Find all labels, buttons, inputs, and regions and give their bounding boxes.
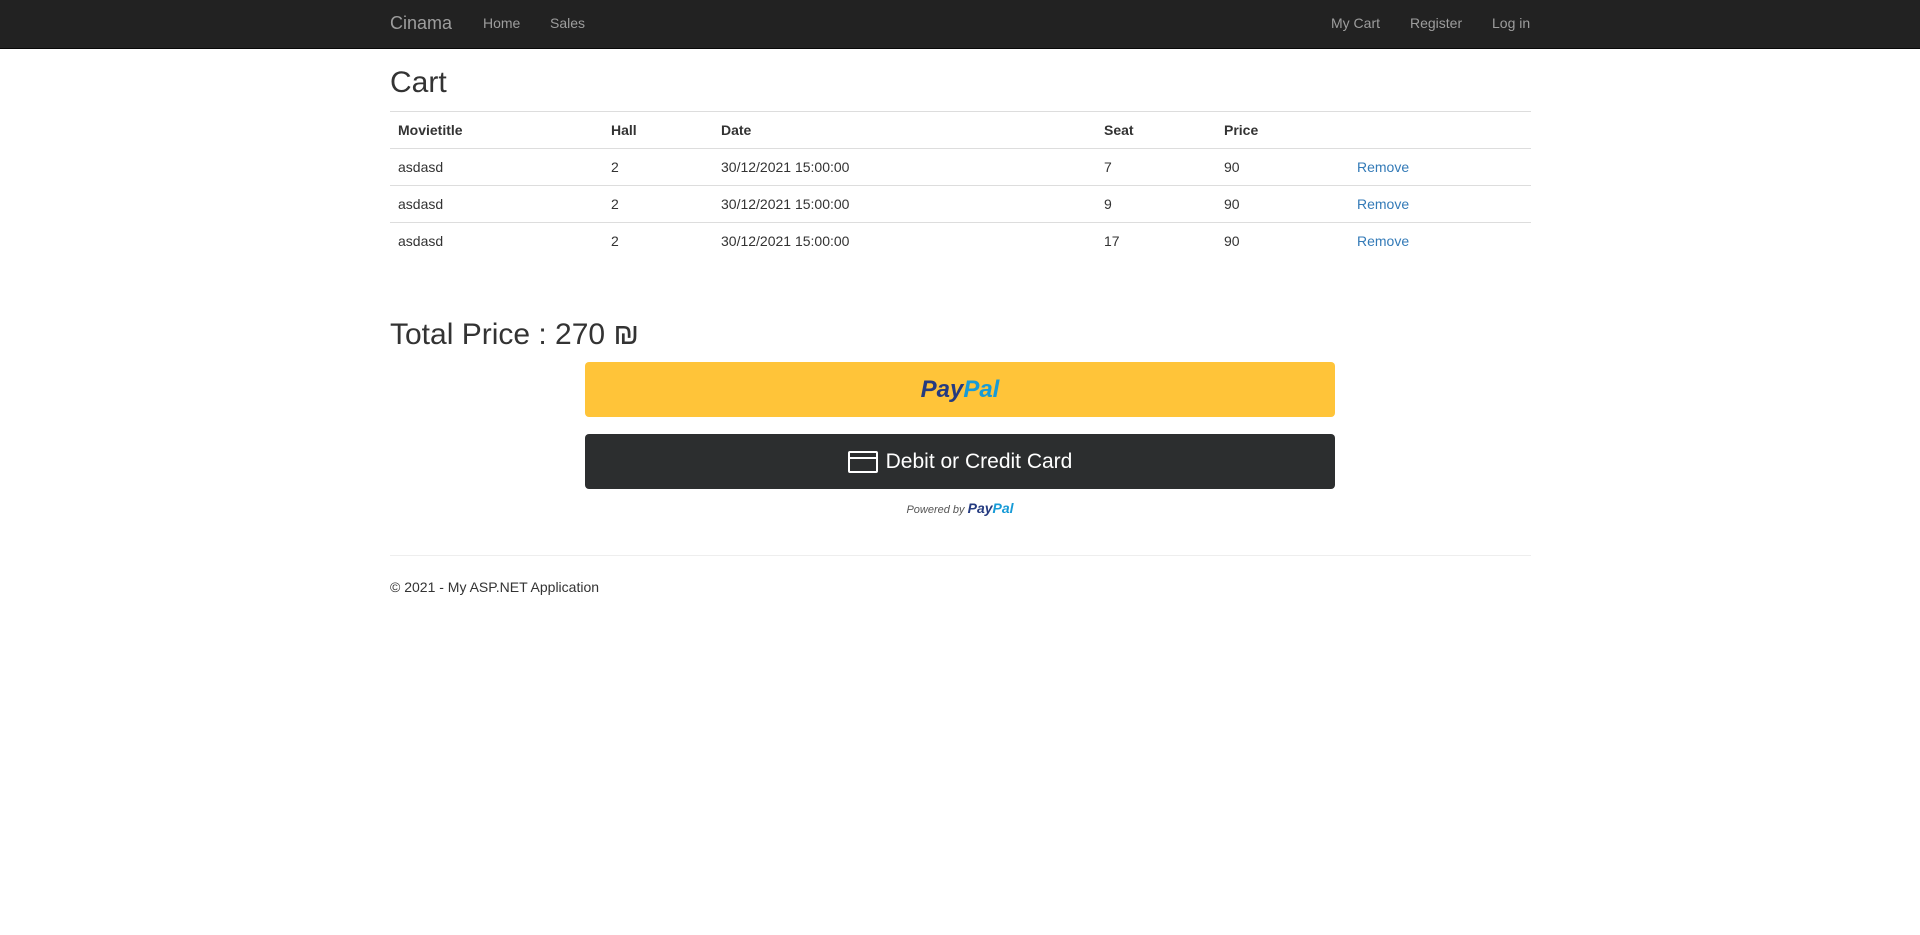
table-header-row: Movietitle Hall Date Seat Price (390, 111, 1531, 149)
nav-log-in[interactable]: Log in (1492, 15, 1530, 31)
powered-by-text: Powered by (906, 504, 965, 516)
paypal-logo-pay: Pay (920, 375, 964, 403)
cell-action: Remove (1349, 185, 1531, 223)
table-row: asdasd 2 30/12/2021 15:00:00 9 90 Remove (390, 185, 1531, 223)
powered-logo-pay: Pay (967, 500, 993, 516)
cell-date: 30/12/2021 15:00:00 (713, 222, 1096, 260)
cell-date: 30/12/2021 15:00:00 (713, 185, 1096, 223)
cell-seat: 17 (1096, 222, 1216, 260)
powered-logo-pal: Pal (992, 500, 1014, 516)
card-button-label: Debit or Credit Card (885, 449, 1073, 473)
cell-title: asdasd (390, 148, 603, 186)
top-navbar: Cinama Home Sales My Cart Register Log i… (0, 0, 1920, 49)
powered-paypal-logo: PayPal (968, 500, 1014, 516)
table-row: asdasd 2 30/12/2021 15:00:00 7 90 Remove (390, 148, 1531, 186)
nav-sales[interactable]: Sales (550, 15, 585, 31)
nav-register[interactable]: Register (1410, 15, 1462, 31)
powered-by-paypal: Powered by PayPal (585, 500, 1335, 516)
cell-action: Remove (1349, 148, 1531, 186)
cell-date: 30/12/2021 15:00:00 (713, 148, 1096, 186)
cell-hall: 2 (603, 185, 713, 223)
cell-price: 90 (1216, 185, 1349, 223)
col-date: Date (713, 111, 1096, 149)
col-movietitle: Movietitle (390, 111, 603, 149)
paypal-logo: PayPal (921, 376, 1000, 404)
credit-card-icon (847, 450, 878, 473)
cell-hall: 2 (603, 148, 713, 186)
nav-my-cart[interactable]: My Cart (1331, 15, 1380, 31)
paypal-logo-pal: Pal (963, 375, 1000, 403)
cell-title: asdasd (390, 222, 603, 260)
col-seat: Seat (1096, 111, 1216, 149)
footer-divider (390, 555, 1531, 556)
page-title: Cart (390, 66, 447, 99)
total-price: Total Price : 270 ₪ (390, 318, 639, 351)
cell-seat: 9 (1096, 185, 1216, 223)
footer-copyright: © 2021 - My ASP.NET Application (390, 579, 600, 595)
debit-credit-card-button[interactable]: Debit or Credit Card (585, 434, 1335, 489)
table-row: asdasd 2 30/12/2021 15:00:00 17 90 Remov… (390, 222, 1531, 260)
remove-link[interactable]: Remove (1357, 233, 1409, 249)
remove-link[interactable]: Remove (1357, 159, 1409, 175)
nav-home[interactable]: Home (483, 15, 520, 31)
cell-hall: 2 (603, 222, 713, 260)
cell-title: asdasd (390, 185, 603, 223)
cell-action: Remove (1349, 222, 1531, 260)
cell-price: 90 (1216, 222, 1349, 260)
col-hall: Hall (603, 111, 713, 149)
col-action (1349, 111, 1531, 149)
col-price: Price (1216, 111, 1349, 149)
remove-link[interactable]: Remove (1357, 196, 1409, 212)
cell-seat: 7 (1096, 148, 1216, 186)
brand-link[interactable]: Cinama (390, 13, 452, 34)
paypal-button[interactable]: PayPal (585, 362, 1335, 417)
cart-table: Movietitle Hall Date Seat Price asdasd 2… (390, 111, 1531, 260)
cell-price: 90 (1216, 148, 1349, 186)
